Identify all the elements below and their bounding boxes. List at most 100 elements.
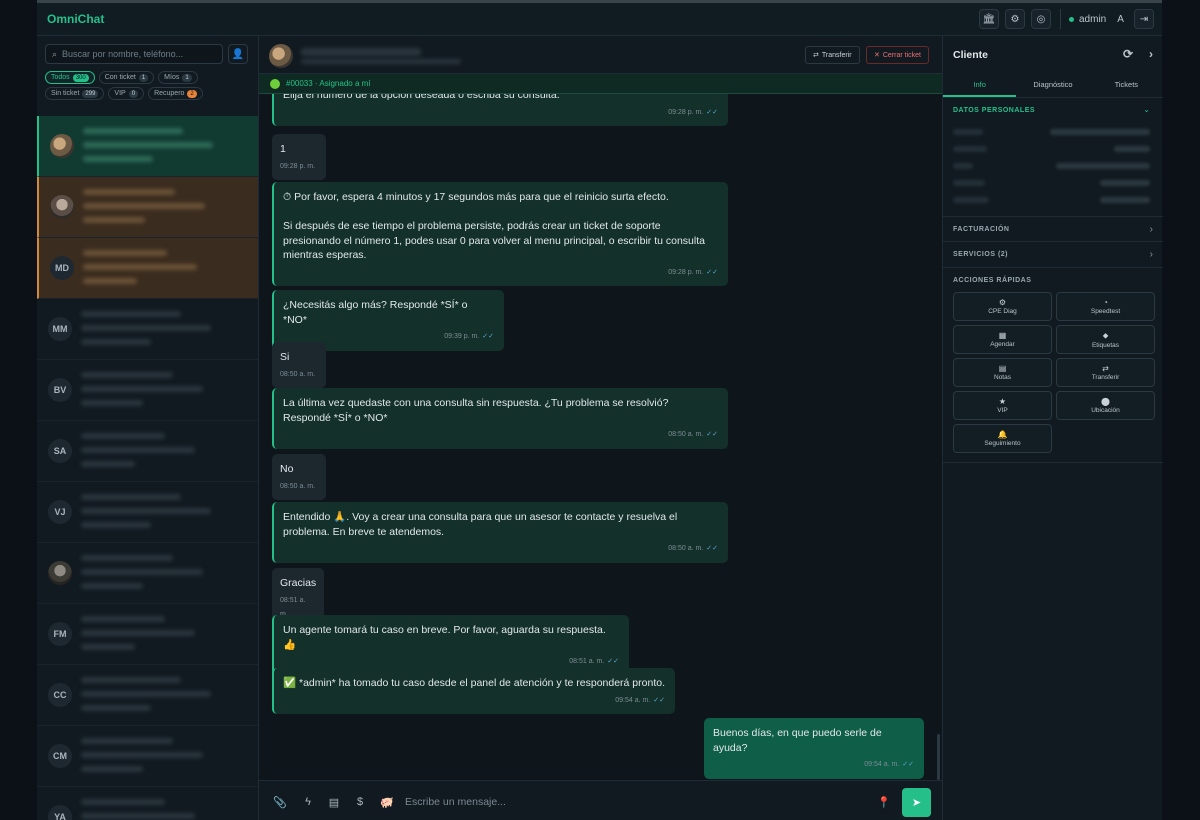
bot-message[interactable]: ⏱ Por favor, espera 4 minutos y 17 segun… [272,182,728,286]
double-check-icon: ✓✓ [706,268,718,276]
tab-diagnóstico[interactable]: Diagnóstico [1016,74,1089,97]
user-initial: A [1117,13,1124,25]
headset-icon[interactable]: ◎ [1031,9,1051,29]
filter-label: Míos [164,74,180,81]
conversation-item[interactable] [37,177,258,238]
quick-action-seguimiento[interactable]: 🔔 Seguimiento [953,424,1052,453]
conversation-name [81,311,181,317]
filter-chip[interactable]: Míos 1 [158,71,198,84]
incoming-message[interactable]: 1 09:28 p. m. [272,134,326,180]
chevron-right-icon[interactable]: › [1149,47,1153,61]
search-box[interactable]: ⌕ Buscar por nombre, teléfono... [45,44,223,64]
transfer-button[interactable]: ⇄ Transferir [805,46,860,64]
add-contact-button[interactable]: 👤 [228,44,248,64]
piggy-bank-icon[interactable]: 🐖 [380,795,394,809]
bot-message[interactable]: Entendido 🙏. Voy a crear una consulta pa… [272,502,728,563]
document-icon[interactable]: ▤ [327,795,341,809]
incoming-message[interactable]: Si 08:50 a. m. [272,342,326,388]
outgoing-message[interactable]: Buenos días, en que puedo serle de ayuda… [704,718,924,779]
quick-action-speedtest[interactable]: ◔ Speedtest [1056,292,1155,321]
quick-action-transferir[interactable]: ⇄ Transferir [1056,358,1155,387]
message-list[interactable]: Elija el número de la opción deseada o e… [259,94,942,780]
message-text: No [280,463,294,475]
incoming-message[interactable]: No 08:50 a. m. [272,454,326,500]
filter-chip[interactable]: Con ticket 1 [98,71,155,84]
contact-avatar[interactable] [269,44,293,68]
quick-action-ubicación[interactable]: ⬤ Ubicación [1056,391,1155,420]
conversation-item[interactable]: BV [37,360,258,421]
filter-chip[interactable]: Sin ticket 299 [45,87,105,100]
scrollbar[interactable] [937,734,940,780]
field-label [953,197,989,203]
bot-message[interactable]: La última vez quedaste con una consulta … [272,388,728,449]
message-time: 09:28 p. m. [280,160,316,175]
close-ticket-button[interactable]: ✕ Cerrar ticket [866,46,929,64]
timestamp: 09:28 p. m. [280,162,316,170]
conversation-item[interactable] [37,116,258,177]
conversation-item[interactable]: FM [37,604,258,665]
gear-icon[interactable]: ⚙ [1005,9,1025,29]
conversation-item[interactable]: CC [37,665,258,726]
quick-action-label: Agendar [990,341,1015,348]
services-section[interactable]: SERVICIOS (2) › [943,242,1163,268]
bot-message[interactable]: Elija el número de la opción deseada o e… [272,94,728,126]
double-check-icon: ✓✓ [706,431,718,438]
double-check-icon: ✓✓ [706,108,718,116]
avatar: BV [48,378,72,402]
field-value [1100,180,1150,186]
conversation-preview [83,203,205,209]
paperclip-icon[interactable]: 📎 [273,795,287,809]
conversation-item[interactable]: SA [37,421,258,482]
bell-icon: 🔔 [997,430,1008,439]
personal-data-title[interactable]: DATOS PERSONALES [953,107,1035,114]
chevron-right-icon: › [1149,224,1153,235]
conversation-name [81,738,173,744]
location-pin-icon[interactable]: 📍 [877,795,891,809]
conversation-item[interactable]: CM [37,726,258,787]
lightning-icon[interactable]: ϟ [301,795,315,809]
quick-action-label: Transferir [1091,374,1120,381]
logout-icon[interactable]: ⇥ [1134,9,1154,29]
billing-title: FACTURACIÓN [953,226,1010,233]
bot-message[interactable]: Un agente tomará tu caso en breve. Por f… [272,615,629,676]
dollar-icon[interactable]: $ [353,795,367,809]
send-button[interactable]: ➤ [902,788,931,817]
conversation-item[interactable] [37,543,258,604]
avatar [48,561,72,585]
chevron-down-icon[interactable]: ⌄ [1143,105,1150,114]
bank-icon[interactable]: 🏛 [979,9,999,29]
message-input[interactable] [405,790,865,814]
conversation-item[interactable]: VJ [37,482,258,543]
quick-action-notas[interactable]: ▤ Notas [953,358,1052,387]
search-input[interactable]: Buscar por nombre, teléfono... [62,49,183,59]
conversation-item[interactable]: MM [37,299,258,360]
tab-info[interactable]: Info [943,74,1017,97]
conversation-preview [81,766,143,772]
timestamp: 08:51 a. m. [569,658,605,665]
refresh-icon[interactable]: ⟳ [1123,47,1133,61]
quick-action-vip[interactable]: ★ VIP [953,391,1052,420]
gear-icon: ⚙ [998,298,1007,307]
quick-action-label: Speedtest [1090,308,1121,315]
quick-action-cpe-diag[interactable]: ⚙ CPE Diag [953,292,1052,321]
tab-tickets[interactable]: Tickets [1090,74,1163,97]
user-status[interactable]: admin A [1060,9,1124,29]
quick-action-agendar[interactable]: ▦ Agendar [953,325,1052,354]
conversation-item[interactable]: YA [37,787,258,820]
client-panel-header: Cliente ⟳ › [943,36,1163,74]
conversation-item[interactable]: MD [37,238,258,299]
billing-section[interactable]: FACTURACIÓN › [943,216,1163,242]
conversation-preview [81,752,203,758]
message-text: Elija el número de la opción deseada o e… [283,94,560,101]
filter-chip[interactable]: VIP 0 [108,87,145,100]
bot-message[interactable]: ✅ *admin* ha tomado tu caso desde el pan… [272,668,675,714]
avatar: YA [48,805,72,820]
quick-actions-title: ACCIONES RÁPIDAS [953,277,1032,284]
quick-action-etiquetas[interactable]: ⬥ Etiquetas [1056,325,1155,354]
user-name: admin [1079,13,1107,25]
tag-icon: ⬥ [1102,330,1109,340]
field-label [953,146,987,152]
filter-chip[interactable]: Recupero 2 [148,87,203,100]
message-time: 08:50 a. m. ✓✓ [283,542,718,557]
filter-chip[interactable]: Todos 300 [45,71,95,84]
